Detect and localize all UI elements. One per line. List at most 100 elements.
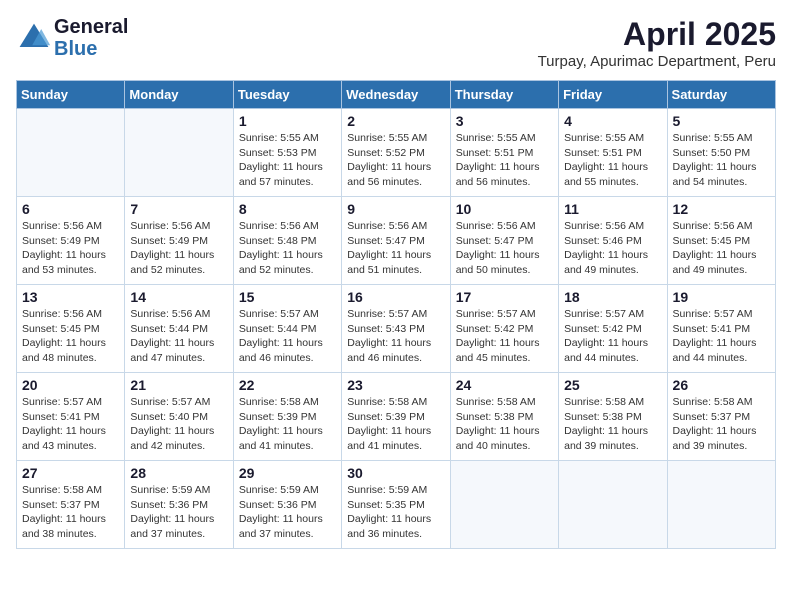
calendar-cell: 15Sunrise: 5:57 AMSunset: 5:44 PMDayligh… xyxy=(233,285,341,373)
calendar-week-3: 13Sunrise: 5:56 AMSunset: 5:45 PMDayligh… xyxy=(17,285,776,373)
calendar-cell: 22 Sunrise: 5:58 AMSunset: 5:39 PMDayligh… xyxy=(233,373,341,461)
calendar-cell: 1 Sunrise: 5:55 AMSunset: 5:53 PMDaylight… xyxy=(233,109,341,197)
calendar-cell: 29 Sunrise: 5:59 AMSunset: 5:36 PMDayligh… xyxy=(233,461,341,549)
day-number: 4 xyxy=(564,113,661,129)
calendar-cell xyxy=(450,461,558,549)
day-info: Sunrise: 5:58 AMSunset: 5:39 PMDaylight:… xyxy=(347,395,444,454)
page-header: General Blue April 2025 Turpay, Apurimac… xyxy=(16,16,776,70)
day-number: 2 xyxy=(347,113,444,129)
calendar-week-1: 1 Sunrise: 5:55 AMSunset: 5:53 PMDaylight… xyxy=(17,109,776,197)
calendar-cell xyxy=(17,109,125,197)
day-number: 21 xyxy=(130,377,227,393)
day-info: Sunrise: 5:57 AMSunset: 5:42 PMDaylight:… xyxy=(564,307,661,366)
day-info: Sunrise: 5:55 AMSunset: 5:51 PMDaylight:… xyxy=(456,131,553,190)
calendar-cell: 8Sunrise: 5:56 AMSunset: 5:48 PMDaylight… xyxy=(233,197,341,285)
calendar-cell: 20 Sunrise: 5:57 AMSunset: 5:41 PMDayligh… xyxy=(17,373,125,461)
weekday-header-tuesday: Tuesday xyxy=(233,81,341,109)
day-info: Sunrise: 5:56 AMSunset: 5:49 PMDaylight:… xyxy=(22,219,119,278)
calendar-cell: 13Sunrise: 5:56 AMSunset: 5:45 PMDayligh… xyxy=(17,285,125,373)
day-number: 23 xyxy=(347,377,444,393)
calendar-cell: 4 Sunrise: 5:55 AMSunset: 5:51 PMDaylight… xyxy=(559,109,667,197)
day-info: Sunrise: 5:57 AMSunset: 5:40 PMDaylight:… xyxy=(130,395,227,454)
day-number: 22 xyxy=(239,377,336,393)
calendar-cell: 28Sunrise: 5:59 AMSunset: 5:36 PMDayligh… xyxy=(125,461,233,549)
calendar-cell: 12 Sunrise: 5:56 AMSunset: 5:45 PMDayligh… xyxy=(667,197,775,285)
calendar-header: SundayMondayTuesdayWednesdayThursdayFrid… xyxy=(17,81,776,109)
calendar-table: SundayMondayTuesdayWednesdayThursdayFrid… xyxy=(16,80,776,549)
logo-icon xyxy=(16,20,52,56)
calendar-cell: 24 Sunrise: 5:58 AMSunset: 5:38 PMDayligh… xyxy=(450,373,558,461)
day-number: 16 xyxy=(347,289,444,305)
day-number: 3 xyxy=(456,113,553,129)
calendar-cell: 6Sunrise: 5:56 AMSunset: 5:49 PMDaylight… xyxy=(17,197,125,285)
calendar-cell: 11 Sunrise: 5:56 AMSunset: 5:46 PMDayligh… xyxy=(559,197,667,285)
logo-line1: General xyxy=(54,16,128,38)
day-info: Sunrise: 5:55 AMSunset: 5:52 PMDaylight:… xyxy=(347,131,444,190)
title-block: April 2025 Turpay, Apurimac Department, … xyxy=(538,16,776,70)
day-info: Sunrise: 5:56 AMSunset: 5:44 PMDaylight:… xyxy=(130,307,227,366)
day-info: Sunrise: 5:56 AMSunset: 5:46 PMDaylight:… xyxy=(564,219,661,278)
day-number: 20 xyxy=(22,377,119,393)
calendar-title: April 2025 xyxy=(538,16,776,53)
calendar-cell: 17Sunrise: 5:57 AMSunset: 5:42 PMDayligh… xyxy=(450,285,558,373)
day-number: 29 xyxy=(239,465,336,481)
day-info: Sunrise: 5:57 AMSunset: 5:41 PMDaylight:… xyxy=(673,307,770,366)
calendar-cell: 30Sunrise: 5:59 AMSunset: 5:35 PMDayligh… xyxy=(342,461,450,549)
day-number: 13 xyxy=(22,289,119,305)
calendar-week-4: 20 Sunrise: 5:57 AMSunset: 5:41 PMDayligh… xyxy=(17,373,776,461)
day-info: Sunrise: 5:59 AMSunset: 5:35 PMDaylight:… xyxy=(347,483,444,542)
day-number: 24 xyxy=(456,377,553,393)
day-info: Sunrise: 5:55 AMSunset: 5:51 PMDaylight:… xyxy=(564,131,661,190)
calendar-cell: 25Sunrise: 5:58 AMSunset: 5:38 PMDayligh… xyxy=(559,373,667,461)
day-number: 27 xyxy=(22,465,119,481)
weekday-header-monday: Monday xyxy=(125,81,233,109)
calendar-week-2: 6Sunrise: 5:56 AMSunset: 5:49 PMDaylight… xyxy=(17,197,776,285)
day-info: Sunrise: 5:56 AMSunset: 5:49 PMDaylight:… xyxy=(130,219,227,278)
calendar-cell xyxy=(125,109,233,197)
day-number: 9 xyxy=(347,201,444,217)
day-number: 7 xyxy=(130,201,227,217)
day-info: Sunrise: 5:55 AMSunset: 5:50 PMDaylight:… xyxy=(673,131,770,190)
calendar-week-5: 27 Sunrise: 5:58 AMSunset: 5:37 PMDayligh… xyxy=(17,461,776,549)
day-info: Sunrise: 5:58 AMSunset: 5:38 PMDaylight:… xyxy=(456,395,553,454)
calendar-cell: 23 Sunrise: 5:58 AMSunset: 5:39 PMDayligh… xyxy=(342,373,450,461)
weekday-header-row: SundayMondayTuesdayWednesdayThursdayFrid… xyxy=(17,81,776,109)
day-info: Sunrise: 5:56 AMSunset: 5:47 PMDaylight:… xyxy=(456,219,553,278)
weekday-header-friday: Friday xyxy=(559,81,667,109)
day-number: 5 xyxy=(673,113,770,129)
logo-line2: Blue xyxy=(54,38,97,60)
calendar-cell: 21 Sunrise: 5:57 AMSunset: 5:40 PMDayligh… xyxy=(125,373,233,461)
calendar-cell: 2 Sunrise: 5:55 AMSunset: 5:52 PMDaylight… xyxy=(342,109,450,197)
logo: General Blue xyxy=(16,16,128,60)
day-info: Sunrise: 5:56 AMSunset: 5:45 PMDaylight:… xyxy=(673,219,770,278)
day-info: Sunrise: 5:57 AMSunset: 5:43 PMDaylight:… xyxy=(347,307,444,366)
day-number: 18 xyxy=(564,289,661,305)
calendar-cell xyxy=(559,461,667,549)
day-info: Sunrise: 5:58 AMSunset: 5:37 PMDaylight:… xyxy=(22,483,119,542)
day-number: 11 xyxy=(564,201,661,217)
calendar-cell: 7 Sunrise: 5:56 AMSunset: 5:49 PMDaylight… xyxy=(125,197,233,285)
day-info: Sunrise: 5:58 AMSunset: 5:39 PMDaylight:… xyxy=(239,395,336,454)
day-number: 1 xyxy=(239,113,336,129)
calendar-subtitle: Turpay, Apurimac Department, Peru xyxy=(538,53,776,70)
day-info: Sunrise: 5:59 AMSunset: 5:36 PMDaylight:… xyxy=(239,483,336,542)
day-info: Sunrise: 5:55 AMSunset: 5:53 PMDaylight:… xyxy=(239,131,336,190)
day-info: Sunrise: 5:58 AMSunset: 5:38 PMDaylight:… xyxy=(564,395,661,454)
day-info: Sunrise: 5:56 AMSunset: 5:48 PMDaylight:… xyxy=(239,219,336,278)
weekday-header-thursday: Thursday xyxy=(450,81,558,109)
calendar-cell: 10Sunrise: 5:56 AMSunset: 5:47 PMDayligh… xyxy=(450,197,558,285)
weekday-header-saturday: Saturday xyxy=(667,81,775,109)
day-number: 26 xyxy=(673,377,770,393)
calendar-cell: 5 Sunrise: 5:55 AMSunset: 5:50 PMDaylight… xyxy=(667,109,775,197)
day-info: Sunrise: 5:57 AMSunset: 5:42 PMDaylight:… xyxy=(456,307,553,366)
day-info: Sunrise: 5:57 AMSunset: 5:41 PMDaylight:… xyxy=(22,395,119,454)
calendar-cell: 27 Sunrise: 5:58 AMSunset: 5:37 PMDayligh… xyxy=(17,461,125,549)
calendar-cell: 14Sunrise: 5:56 AMSunset: 5:44 PMDayligh… xyxy=(125,285,233,373)
calendar-cell: 3 Sunrise: 5:55 AMSunset: 5:51 PMDaylight… xyxy=(450,109,558,197)
day-number: 12 xyxy=(673,201,770,217)
calendar-cell xyxy=(667,461,775,549)
day-info: Sunrise: 5:57 AMSunset: 5:44 PMDaylight:… xyxy=(239,307,336,366)
calendar-cell: 16 Sunrise: 5:57 AMSunset: 5:43 PMDayligh… xyxy=(342,285,450,373)
day-number: 19 xyxy=(673,289,770,305)
day-info: Sunrise: 5:59 AMSunset: 5:36 PMDaylight:… xyxy=(130,483,227,542)
